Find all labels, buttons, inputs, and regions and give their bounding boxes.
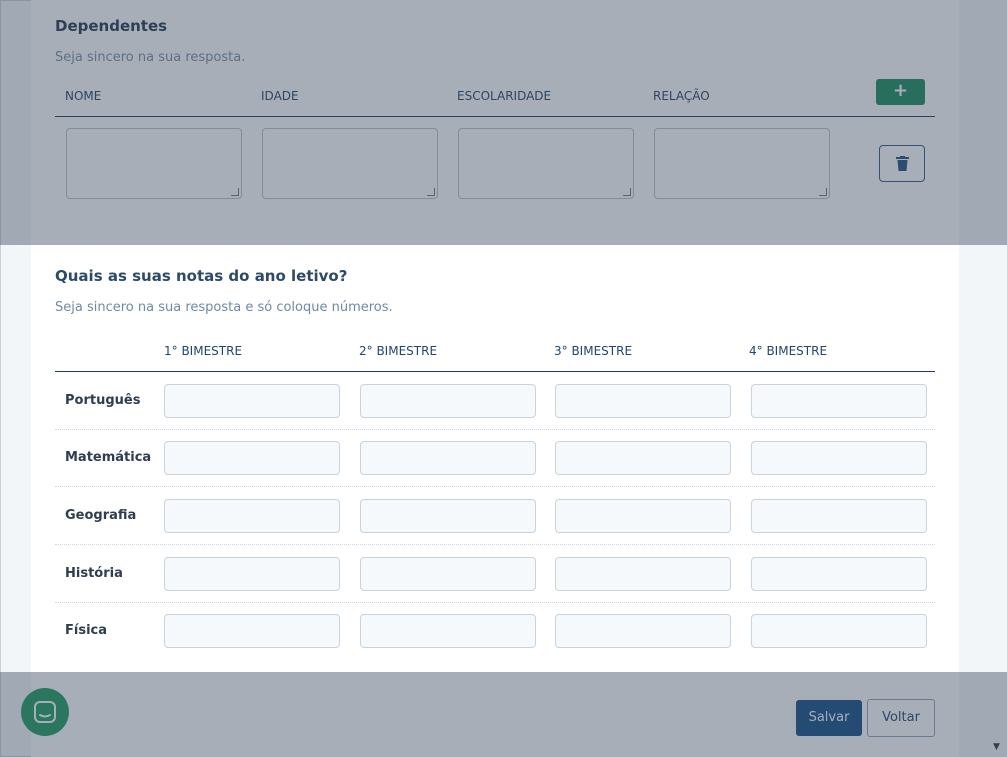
grade-input-b3[interactable] (555, 499, 731, 533)
subject-label: Geografia (65, 508, 137, 523)
grade-row-historia: História (55, 545, 935, 603)
add-dependent-button[interactable]: + (876, 79, 925, 105)
grade-input-b1[interactable] (164, 557, 340, 591)
dependent-education-textarea[interactable] (458, 128, 634, 199)
page-margin-right (959, 0, 1007, 757)
subject-label: Matemática (65, 450, 152, 465)
column-header-bimestre-4: 4° BIMESTRE (749, 344, 828, 358)
scroll-down-arrow-icon[interactable]: ▼ (993, 742, 1000, 752)
grade-row-fisica: Física (55, 602, 935, 660)
subject-label: História (65, 566, 123, 581)
column-header-idade: IDADE (261, 89, 299, 103)
grades-subtitle: Seja sincero na sua resposta e só coloqu… (55, 300, 393, 315)
grade-row-portugues: Português (55, 372, 935, 430)
column-header-relacao: RELAÇÃO (653, 89, 710, 103)
grade-input-b2[interactable] (360, 441, 536, 475)
grade-input-b1[interactable] (164, 499, 340, 533)
back-button[interactable]: Voltar (867, 699, 935, 737)
grade-row-matematica: Matemática (55, 429, 935, 487)
dependent-relation-textarea[interactable] (654, 128, 830, 199)
grade-input-b4[interactable] (751, 441, 927, 475)
grade-input-b1[interactable] (164, 614, 340, 648)
grade-input-b2[interactable] (360, 384, 536, 418)
chat-launcher-button[interactable] (21, 688, 69, 736)
grade-input-b4[interactable] (751, 384, 927, 418)
grade-input-b3[interactable] (555, 614, 731, 648)
dependent-age-textarea[interactable] (262, 128, 438, 199)
delete-dependent-button[interactable] (879, 145, 925, 182)
grade-input-b2[interactable] (360, 557, 536, 591)
column-header-bimestre-2: 2° BIMESTRE (359, 344, 438, 358)
subject-label: Português (65, 393, 141, 408)
dependent-name-textarea[interactable] (66, 128, 242, 199)
column-header-escolaridade: ESCOLARIDADE (457, 89, 552, 103)
grades-table-header: 1° BIMESTRE 2° BIMESTRE 3° BIMESTRE 4° B… (55, 344, 935, 372)
grade-input-b2[interactable] (360, 614, 536, 648)
grades-title: Quais as suas notas do ano letivo? (55, 267, 348, 285)
dependentes-title: Dependentes (55, 17, 168, 35)
grade-input-b3[interactable] (555, 441, 731, 475)
grade-input-b4[interactable] (751, 499, 927, 533)
column-header-nome: NOME (65, 89, 102, 103)
grade-input-b3[interactable] (555, 384, 731, 418)
grade-input-b4[interactable] (751, 614, 927, 648)
column-header-bimestre-3: 3° BIMESTRE (554, 344, 633, 358)
save-button[interactable]: Salvar (796, 700, 862, 736)
trash-icon (896, 156, 909, 171)
grade-input-b1[interactable] (164, 441, 340, 475)
chat-icon (34, 701, 56, 723)
dependentes-table-header: NOME IDADE ESCOLARIDADE RELAÇÃO (55, 89, 935, 117)
grade-input-b4[interactable] (751, 557, 927, 591)
grade-input-b1[interactable] (164, 384, 340, 418)
grade-input-b3[interactable] (555, 557, 731, 591)
plus-icon: + (892, 80, 909, 101)
dependentes-subtitle: Seja sincero na sua resposta. (55, 50, 246, 65)
grade-row-geografia: Geografia (55, 487, 935, 545)
subject-label: Física (65, 623, 108, 638)
grade-input-b2[interactable] (360, 499, 536, 533)
column-header-bimestre-1: 1° BIMESTRE (164, 344, 243, 358)
